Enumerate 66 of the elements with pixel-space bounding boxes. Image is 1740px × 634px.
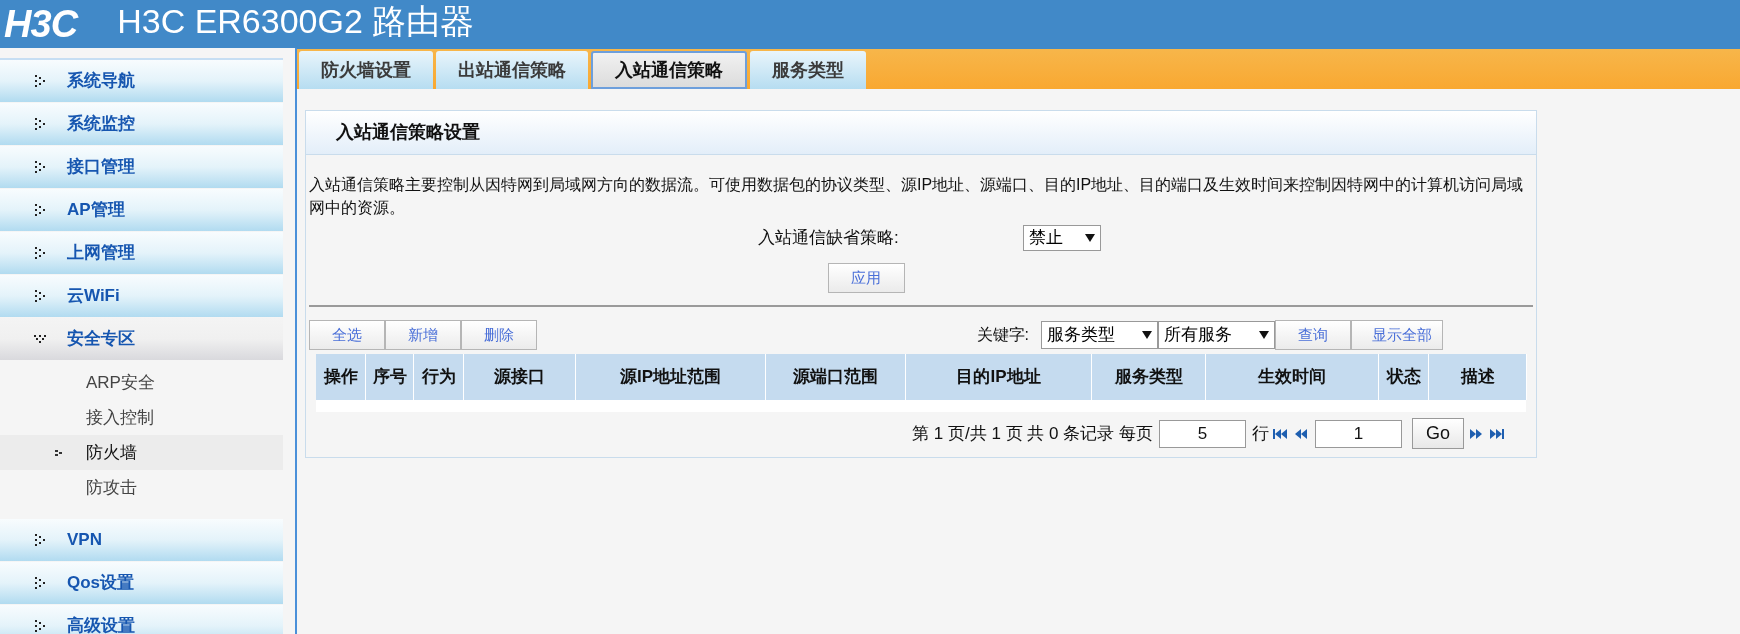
column-header: 状态 (1379, 354, 1429, 400)
per-page-field[interactable]: 5 (1159, 419, 1246, 448)
action-button[interactable]: 新增 (385, 320, 461, 350)
first-page-icon[interactable] (1273, 427, 1289, 440)
column-header: 生效时间 (1206, 354, 1379, 400)
sidebar-item[interactable]: 上网管理 (0, 232, 283, 274)
submenu-item[interactable]: ARP安全 (0, 365, 283, 400)
description: 入站通信策略主要控制从因特网到局域网方向的数据流。可使用数据包的协议类型、源IP地址、源端口、目的IP地址、目的端口及生效时间来控制因特网中的计算机访问局域网中的资源。 (308, 175, 1525, 218)
column-header: 行为 (414, 354, 464, 400)
caret-icon (1259, 331, 1269, 339)
tab[interactable]: 服务类型 (750, 51, 866, 89)
collapsed-icon (33, 534, 47, 546)
logo: H3C (4, 5, 78, 43)
window-title: H3C ER6300G2 路由器 (117, 4, 475, 38)
sidebar-item[interactable]: 高级设置 (0, 605, 283, 634)
sidebar-item[interactable]: Qos设置 (0, 562, 283, 604)
caret-icon (1142, 331, 1152, 339)
policy-select[interactable]: 禁止 (1023, 225, 1101, 251)
action-button[interactable]: 删除 (461, 320, 537, 350)
sidebar-item[interactable]: 系统导航 (0, 60, 283, 102)
service-select[interactable]: 所有服务 (1158, 321, 1275, 349)
default-policy-label: 入站通信缺省策略: (758, 227, 900, 250)
go-button[interactable]: Go (1412, 418, 1464, 449)
tab[interactable]: 出站通信策略 (436, 51, 588, 89)
collapsed-icon (33, 75, 47, 87)
column-header: 源端口范围 (766, 354, 906, 400)
collapsed-icon (33, 204, 47, 216)
apply-button[interactable]: 应用 (827, 263, 905, 293)
sidebar-item[interactable]: 系统监控 (0, 103, 283, 145)
sidebar-item[interactable]: AP管理 (0, 189, 283, 231)
page-summary: 第 1 页/共 1 页 共 0 条记录 每页 (912, 422, 1153, 445)
keyword-label: 关键字: (976, 325, 1029, 345)
sidebar-item[interactable]: 云WiFi (0, 275, 283, 317)
panel-title: 入站通信策略设置 (336, 121, 480, 144)
sidebar-item[interactable]: 接口管理 (0, 146, 283, 188)
show-all-button[interactable]: 显示全部 (1351, 320, 1443, 350)
field-select[interactable]: 服务类型 (1041, 321, 1158, 349)
column-header: 服务类型 (1092, 354, 1206, 400)
action-button[interactable]: 全选 (309, 320, 385, 350)
collapsed-icon (33, 577, 47, 589)
collapsed-icon (33, 247, 47, 259)
last-page-icon[interactable] (1488, 427, 1504, 440)
column-header: 描述 (1429, 354, 1527, 400)
column-header: 目的IP地址 (906, 354, 1092, 400)
tab[interactable]: 防火墙设置 (299, 51, 433, 89)
collapsed-icon (33, 620, 47, 632)
tab[interactable]: 入站通信策略 (591, 51, 747, 89)
caret-icon (1085, 234, 1095, 242)
collapsed-icon (33, 290, 47, 302)
submenu-item[interactable]: 防攻击 (0, 470, 283, 505)
column-header: 序号 (366, 354, 414, 400)
column-header: 源接口 (464, 354, 576, 400)
pointer-icon (55, 448, 65, 457)
collapsed-icon (33, 118, 47, 130)
sidebar-item[interactable]: VPN (0, 519, 283, 561)
previous-page-icon[interactable] (1293, 427, 1309, 440)
page-field[interactable]: 1 (1315, 419, 1402, 448)
column-header: 源IP地址范围 (576, 354, 766, 400)
submenu-item[interactable]: 接入控制 (0, 400, 283, 435)
column-header: 操作 (316, 354, 366, 400)
next-page-icon[interactable] (1468, 427, 1484, 440)
search-button[interactable]: 查询 (1275, 320, 1351, 350)
collapsed-icon (33, 161, 47, 173)
expanded-icon (33, 333, 47, 345)
submenu-item[interactable]: 防火墙 (0, 435, 283, 470)
rows-label: 行 (1252, 422, 1269, 445)
